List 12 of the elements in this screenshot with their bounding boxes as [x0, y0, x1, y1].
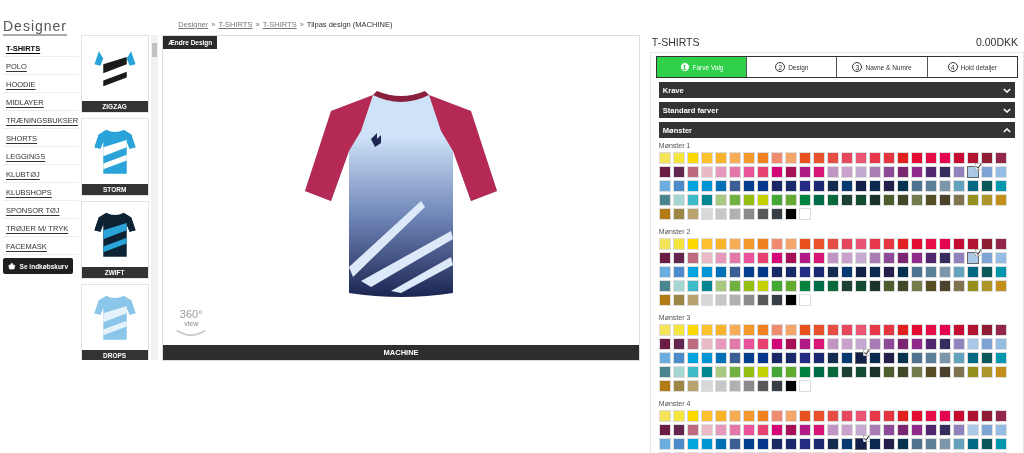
price-label: 0.00DKK	[975, 36, 1018, 48]
sidebar-title: Designer	[3, 18, 68, 36]
check-icon	[862, 349, 870, 356]
chevron-down-icon	[1003, 87, 1011, 93]
check-icon	[862, 435, 870, 442]
basket-icon	[8, 262, 16, 270]
chevron-down-icon	[1003, 107, 1011, 113]
chevron-up-icon	[1003, 127, 1011, 133]
product-title: T-SHIRTS	[651, 36, 700, 48]
check-icon	[974, 249, 982, 256]
scrollbar[interactable]	[150, 35, 158, 360]
check-icon	[974, 163, 982, 170]
